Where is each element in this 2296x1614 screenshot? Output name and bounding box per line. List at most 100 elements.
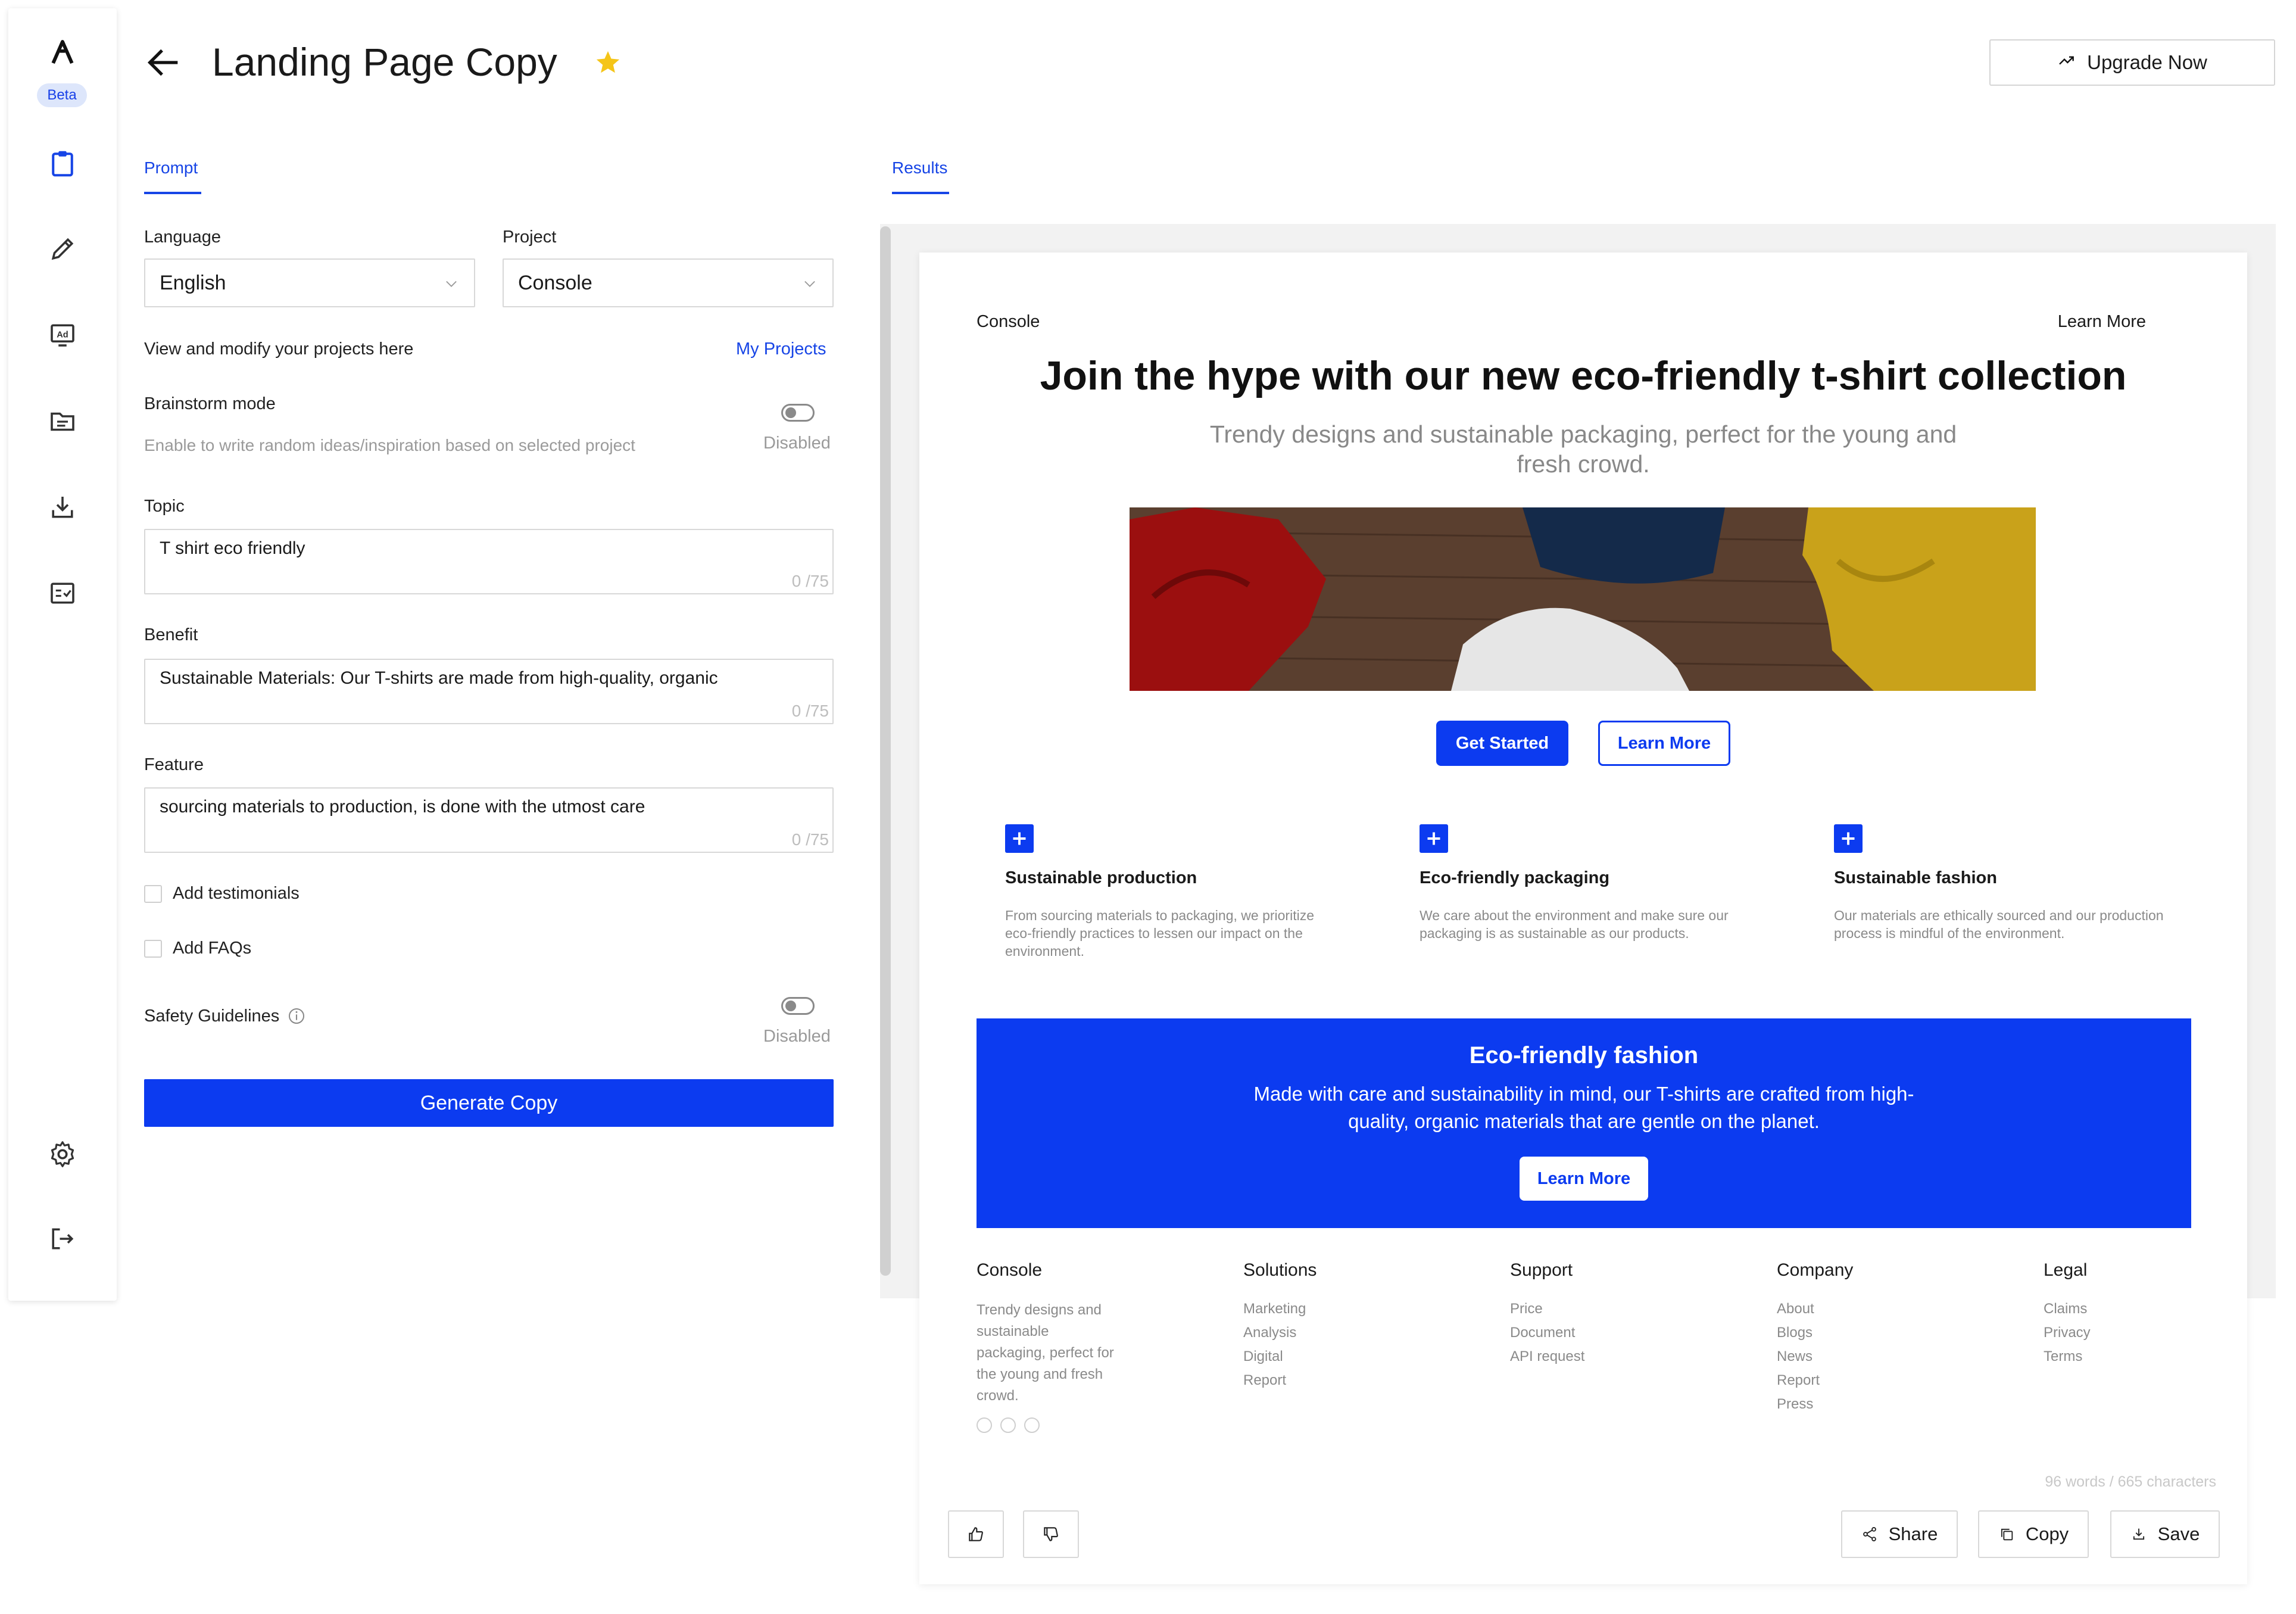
generate-copy-button[interactable]: Generate Copy [144,1079,834,1127]
feature-desc: Our materials are ethically sourced and … [1834,908,2164,941]
sidebar: Beta Ad [8,8,117,1301]
footer-link[interactable]: Report [1777,1372,1820,1389]
faqs-checkbox[interactable] [144,940,162,958]
copy-button[interactable]: Copy [1978,1510,2089,1558]
safety-state: Disabled [763,1027,831,1046]
banner-text: Made with care and sustainability in min… [1253,1083,1914,1132]
get-started-button[interactable]: Get Started [1436,721,1568,766]
benefit-counter: 0 /75 [791,702,829,720]
back-arrow-icon[interactable] [143,42,185,83]
page-title: Landing Page Copy [212,40,557,84]
settings-icon[interactable] [45,1136,80,1172]
feature-counter: 0 /75 [791,830,829,849]
checklist-icon[interactable] [45,575,80,611]
download-icon[interactable] [45,490,80,525]
banner-learn-more-button[interactable]: Learn More [1520,1157,1648,1201]
hero-subtitle: Trendy designs and sustainable packaging… [1209,420,1957,478]
safety-label: Safety Guidelines [144,1007,280,1026]
tab-results[interactable]: Results [892,158,947,177]
footer-col-head: Company [1777,1260,1854,1280]
footer-link[interactable]: Document [1510,1325,1575,1341]
benefit-label: Benefit [144,625,198,644]
thumbs-down-button[interactable] [1023,1510,1079,1558]
social-icon[interactable] [1000,1417,1016,1433]
cta-banner: Eco-friendly fashion Made with care and … [977,1018,2191,1228]
language-label: Language [144,228,222,247]
learn-more-button[interactable]: Learn More [1598,721,1730,766]
preview-nav-brand: Console [977,312,1040,331]
chevron-down-icon [804,281,815,287]
banner-title: Eco-friendly fashion [1469,1042,1699,1068]
project-value: Console [518,271,592,294]
benefit-input[interactable]: Sustainable Materials: Our T-shirts are … [144,659,834,724]
footer-link[interactable]: API request [1510,1348,1584,1365]
safety-toggle[interactable] [781,997,815,1015]
project-select[interactable]: Console [503,258,834,307]
testimonials-checkbox[interactable] [144,885,162,903]
info-icon[interactable] [287,1007,306,1026]
footer-link[interactable]: Claims [2044,1301,2087,1317]
footer-col-head: Support [1510,1260,1573,1280]
footer-link[interactable]: Press [1777,1396,1813,1413]
thumbs-down-icon [1044,1527,1058,1541]
save-button[interactable]: Save [2110,1510,2220,1558]
footer-link[interactable]: Privacy [2044,1325,2091,1341]
feature-desc: We care about the environment and make s… [1420,908,1729,941]
word-count: 96 words / 665 characters [2045,1473,2216,1490]
logo-icon[interactable] [45,35,80,70]
trend-up-icon [2057,51,2076,74]
topic-value: T shirt eco friendly [160,538,305,558]
copy-icon [2001,1528,2013,1541]
projects-hint: View and modify your projects here [144,339,414,359]
share-button[interactable]: Share [1841,1510,1958,1558]
tshirts-image [1130,507,2036,691]
upgrade-button[interactable]: Upgrade Now [1989,39,2275,86]
star-icon[interactable] [594,49,622,76]
language-value: English [160,271,226,294]
hero-title: Join the hype with our new eco-friendly … [1040,353,2127,398]
feature-label: Feature [144,755,204,774]
brainstorm-toggle[interactable] [781,404,815,422]
plus-icon [1005,824,1034,853]
clipboard-icon[interactable] [45,145,80,181]
download-icon [2133,1528,2144,1540]
footer-link[interactable]: Report [1243,1372,1286,1389]
beta-badge: Beta [37,83,87,107]
scrollbar[interactable] [880,226,891,1276]
footer-brand-desc: Trendy designs and sustainable packaging… [977,1302,1114,1404]
social-icon[interactable] [1024,1417,1040,1433]
project-label: Project [503,228,557,247]
footer-link[interactable]: Price [1510,1301,1543,1317]
footer-link[interactable]: Blogs [1777,1325,1813,1341]
preview-nav-link[interactable]: Learn More [2058,312,2146,332]
faqs-label: Add FAQs [173,939,252,958]
folder-icon[interactable] [45,404,80,440]
ad-icon[interactable]: Ad [45,317,80,353]
logout-icon[interactable] [45,1221,80,1257]
feature-title: Eco-friendly packaging [1420,868,1610,887]
footer-link[interactable]: Digital [1243,1348,1283,1365]
feature-desc: From sourcing materials to packaging, we… [1005,908,1314,959]
thumbs-up-button[interactable] [948,1510,1004,1558]
feature-title: Sustainable fashion [1834,868,1997,887]
brainstorm-label: Brainstorm mode [144,394,276,413]
social-icon[interactable] [977,1417,992,1433]
footer-link[interactable]: News [1777,1348,1813,1365]
tab-prompt-underline [144,192,201,194]
topic-input[interactable]: T shirt eco friendly 0 /75 [144,529,834,594]
pencil-icon[interactable] [45,231,80,267]
tab-prompt[interactable]: Prompt [144,158,198,177]
footer-col-head: Solutions [1243,1260,1317,1280]
my-projects-link[interactable]: My Projects [736,339,826,359]
footer-link[interactable]: Analysis [1243,1325,1296,1341]
feature-title: Sustainable production [1005,868,1197,887]
language-select[interactable]: English [144,258,475,307]
copy-label: Copy [2025,1523,2069,1544]
footer-brand: Console [977,1260,1043,1280]
footer-link[interactable]: Marketing [1243,1301,1306,1317]
svg-text:Ad: Ad [57,331,68,340]
feature-input[interactable]: sourcing materials to production, is don… [144,787,834,853]
footer-link[interactable]: About [1777,1301,1814,1317]
brainstorm-state: Disabled [763,434,831,453]
footer-link[interactable]: Terms [2044,1348,2082,1365]
